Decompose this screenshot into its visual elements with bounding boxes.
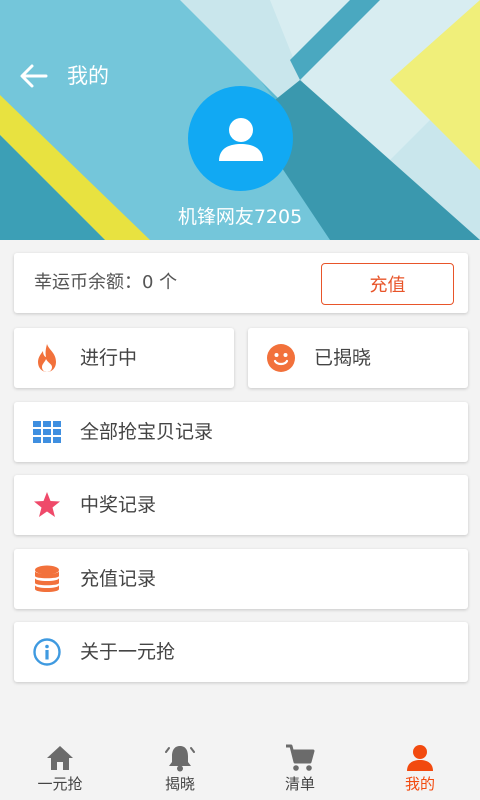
recharge-button[interactable]: 充值 [321, 263, 454, 305]
all-records-item[interactable]: 全部抢宝贝记录 [14, 402, 468, 462]
person-icon [405, 744, 435, 772]
back-button[interactable] [18, 62, 50, 90]
about-label: 关于一元抢 [80, 641, 176, 663]
smile-icon [266, 343, 296, 373]
nav-announce[interactable]: 揭晓 [120, 735, 240, 800]
page-title: 我的 [67, 64, 109, 88]
nav-home[interactable]: 一元抢 [0, 735, 120, 800]
home-icon [45, 744, 75, 772]
nav-cart[interactable]: 清单 [240, 735, 360, 800]
bell-icon [165, 744, 195, 772]
info-icon [32, 637, 62, 667]
announced-button[interactable]: 已揭晓 [248, 328, 468, 388]
flame-icon [32, 343, 62, 373]
in-progress-label: 进行中 [80, 347, 138, 369]
balance-card: 幸运币余额：0 个 充值 [14, 253, 468, 313]
star-icon [32, 490, 62, 520]
profile-header: 我的 机锋网友7205 [0, 0, 480, 240]
cart-icon [285, 744, 315, 772]
avatar[interactable] [188, 86, 293, 191]
in-progress-button[interactable]: 进行中 [14, 328, 234, 388]
about-item[interactable]: 关于一元抢 [14, 622, 468, 682]
nav-mine[interactable]: 我的 [360, 735, 480, 800]
user-avatar-icon [218, 117, 263, 161]
all-records-label: 全部抢宝贝记录 [80, 421, 214, 443]
nav-cart-label: 清单 [284, 775, 315, 793]
winning-records-label: 中奖记录 [80, 494, 157, 516]
arrow-left-icon [20, 64, 48, 88]
announced-label: 已揭晓 [314, 347, 372, 369]
nav-announce-label: 揭晓 [164, 775, 195, 793]
nav-mine-label: 我的 [404, 775, 435, 793]
username: 机锋网友7205 [177, 206, 303, 228]
bottom-navigation: 一元抢 揭晓 清单 我的 [0, 735, 480, 800]
grid-icon [32, 417, 62, 447]
coins-icon [32, 564, 62, 594]
nav-home-label: 一元抢 [37, 775, 83, 793]
recharge-records-label: 充值记录 [80, 568, 157, 590]
balance-text: 幸运币余额：0 个 [34, 272, 178, 293]
winning-records-item[interactable]: 中奖记录 [14, 475, 468, 535]
recharge-records-item[interactable]: 充值记录 [14, 549, 468, 609]
